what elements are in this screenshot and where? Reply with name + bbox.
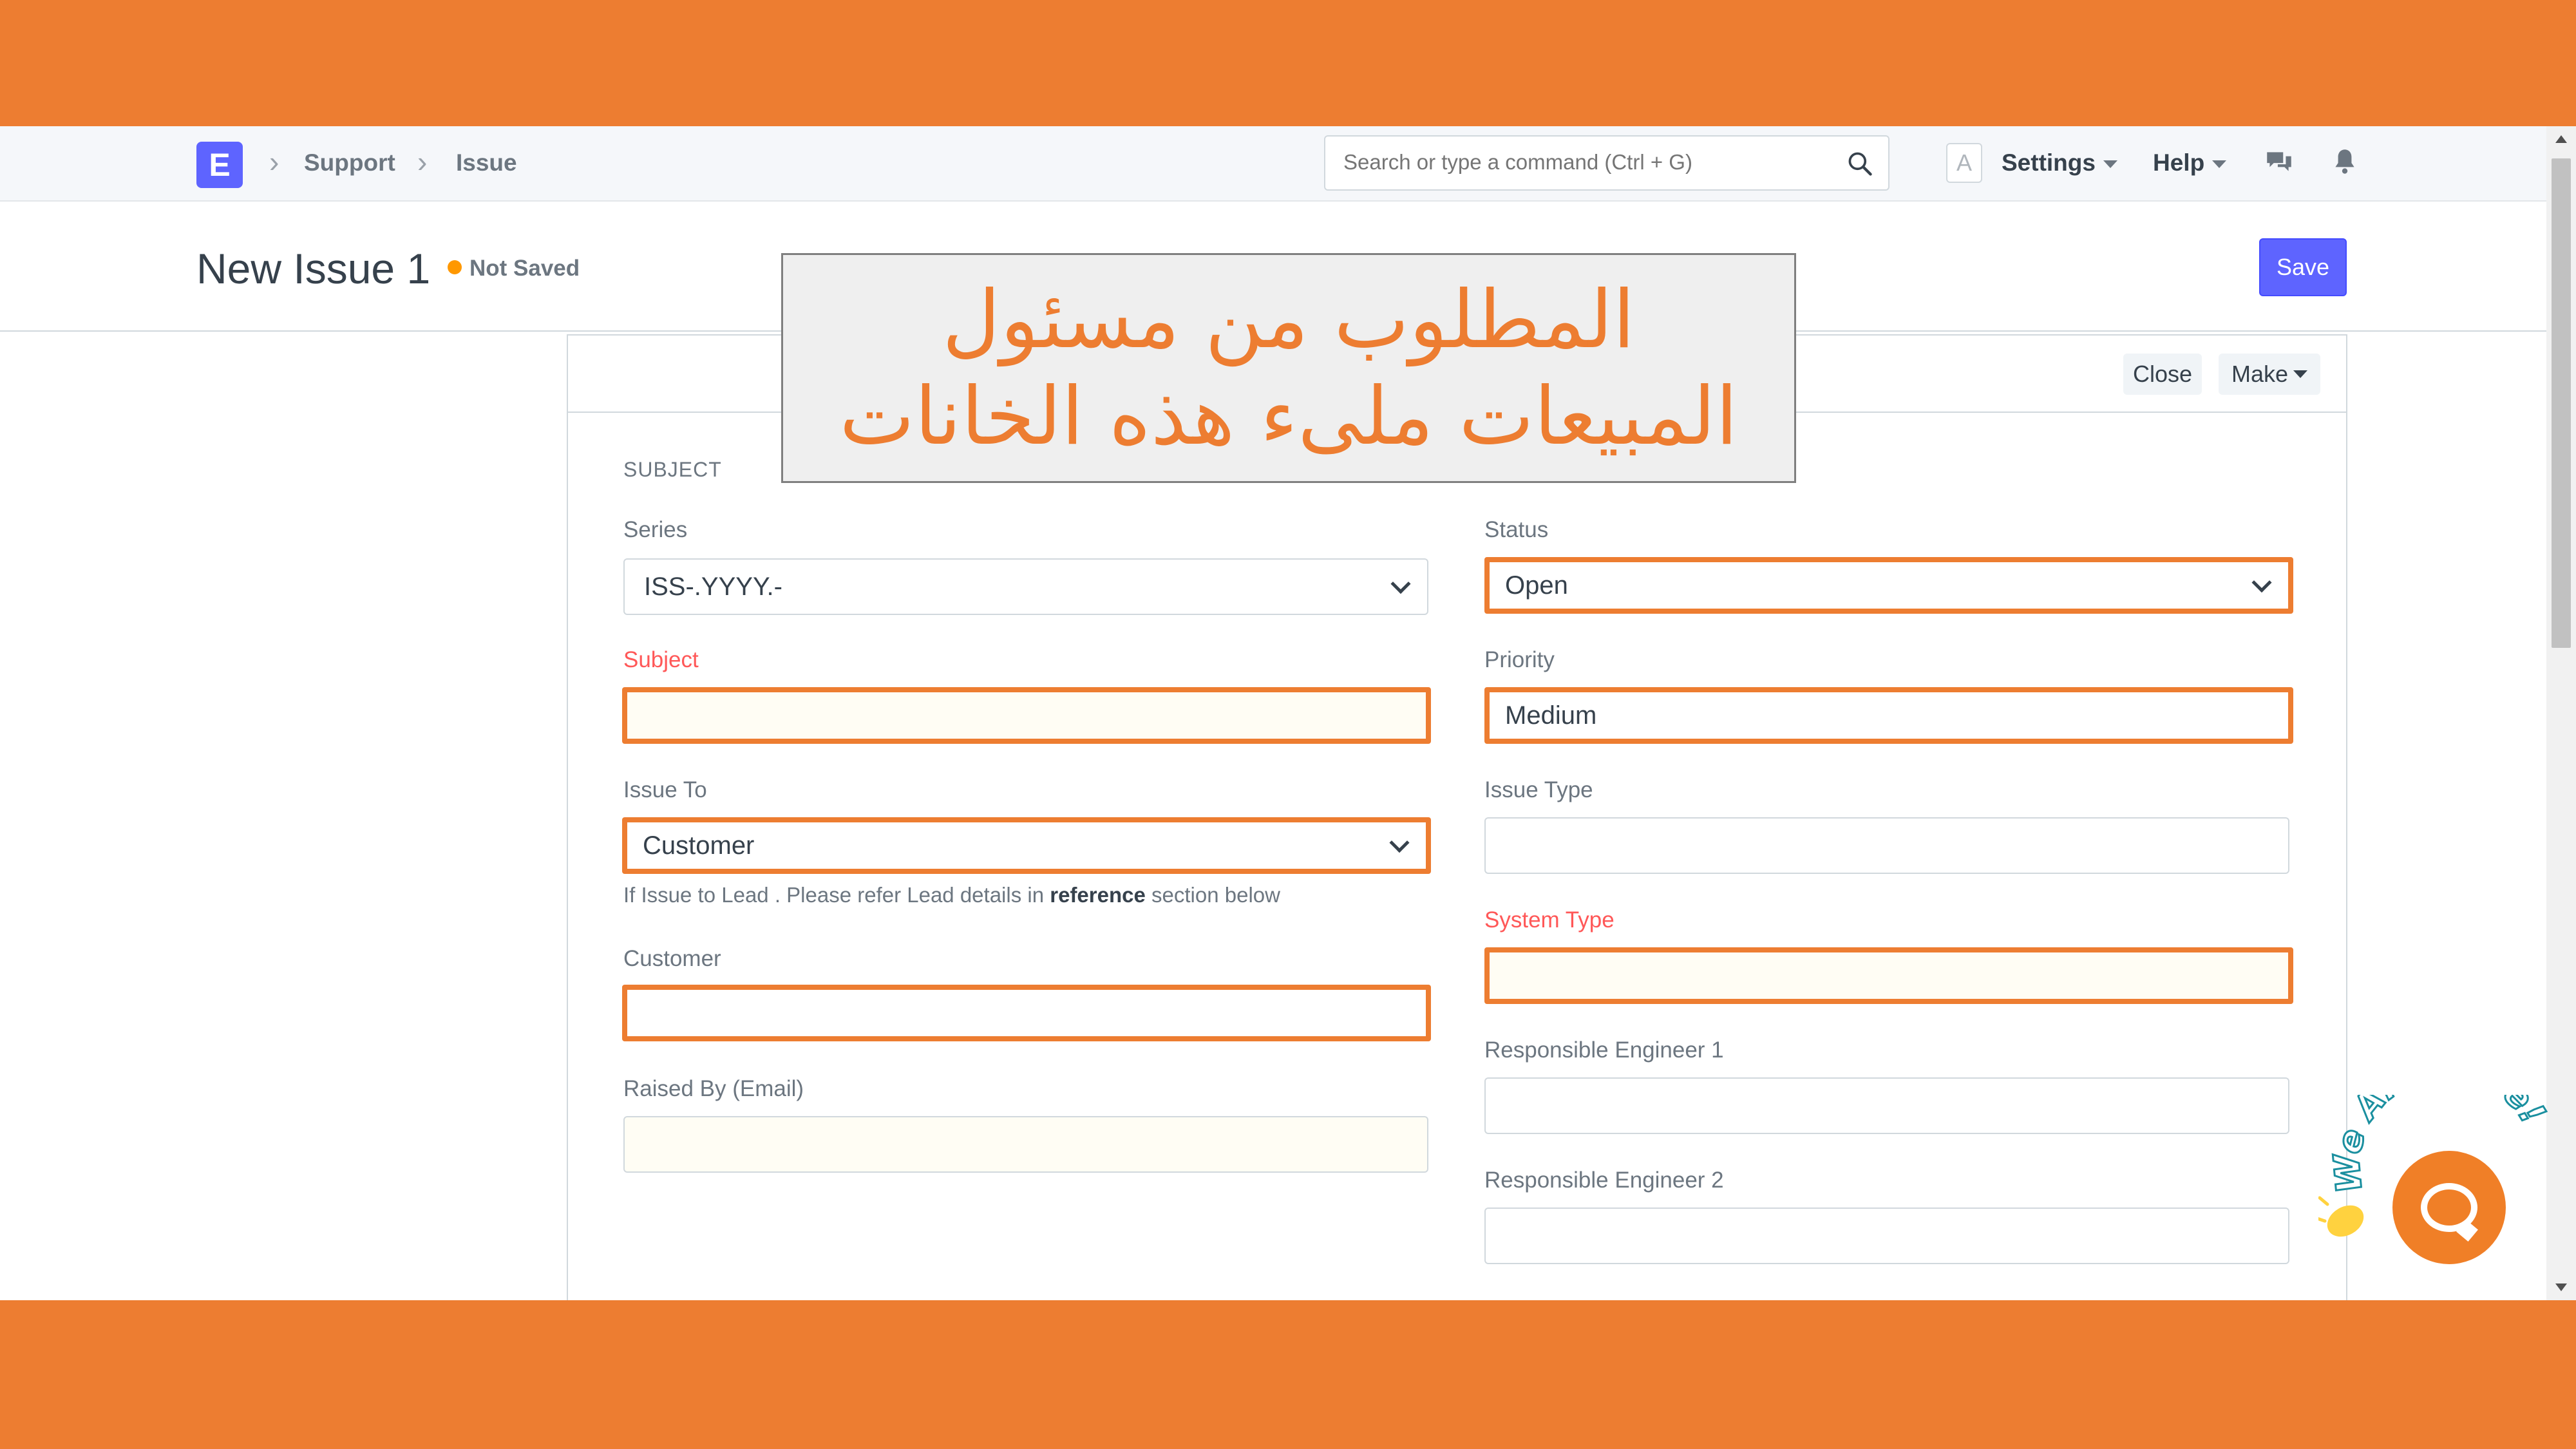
navbar: E › Support › Issue A Settings Help	[0, 126, 2546, 202]
engineer1-label: Responsible Engineer 1	[1484, 1037, 1724, 1063]
chat-tail-shape	[2456, 1220, 2478, 1242]
scrollbar-thumb[interactable]	[2552, 158, 2571, 648]
system-type-input[interactable]	[1484, 947, 2293, 1004]
chat-bubble-icon	[2421, 1183, 2478, 1242]
series-label: Series	[623, 517, 688, 542]
engineer2-input[interactable]	[1484, 1208, 2289, 1264]
help-text-suffix: section below	[1145, 883, 1280, 907]
scroll-up-icon[interactable]	[2555, 135, 2567, 143]
priority-value: Medium	[1505, 701, 1597, 730]
status-text: Not Saved	[469, 256, 580, 281]
series-value: ISS-.YYYY.-	[644, 572, 782, 601]
scroll-down-icon[interactable]	[2555, 1283, 2567, 1291]
settings-label: Settings	[2002, 149, 2096, 176]
system-type-label: System Type	[1484, 907, 1615, 933]
issue-type-label: Issue Type	[1484, 777, 1593, 802]
callout-line-2: المبيعات ملىء هذه الخانات	[839, 370, 1738, 463]
settings-menu[interactable]: Settings	[2002, 149, 2117, 176]
user-avatar[interactable]: A	[1946, 143, 1982, 183]
close-button[interactable]: Close	[2123, 354, 2202, 395]
subject-label: Subject	[623, 647, 699, 672]
search-input[interactable]	[1325, 137, 1828, 188]
issue-to-value: Customer	[643, 831, 755, 860]
status-select[interactable]: Open	[1484, 557, 2293, 614]
raised-by-label: Raised By (Email)	[623, 1076, 804, 1101]
help-menu[interactable]: Help	[2153, 149, 2227, 176]
section-heading: SUBJECT	[623, 458, 722, 481]
raised-by-input[interactable]	[623, 1116, 1428, 1173]
breadcrumb-issue[interactable]: Issue	[456, 149, 517, 176]
series-select[interactable]: ISS-.YYYY.-	[623, 558, 1428, 615]
caret-down-icon	[2103, 160, 2117, 169]
caret-down-icon	[2293, 370, 2308, 378]
engineer1-input[interactable]	[1484, 1077, 2289, 1134]
page-title: New Issue 1	[196, 245, 431, 292]
help-text-bold: reference	[1050, 883, 1146, 907]
breadcrumb-support[interactable]: Support	[304, 149, 395, 176]
chevron-right-icon: ›	[269, 145, 279, 178]
issue-to-help: If Issue to Lead . Please refer Lead det…	[623, 883, 1280, 907]
issue-to-label: Issue To	[623, 777, 707, 802]
help-label: Help	[2153, 149, 2205, 176]
chevron-down-icon	[1389, 833, 1410, 853]
engineer2-label: Responsible Engineer 2	[1484, 1168, 1724, 1193]
instruction-callout: المطلوب من مسئول المبيعات ملىء هذه الخانا…	[781, 253, 1796, 483]
chat-icon[interactable]	[2263, 146, 2295, 178]
status-label: Status	[1484, 517, 1549, 542]
make-label: Make	[2231, 361, 2289, 387]
search-box	[1324, 135, 1889, 191]
bell-icon[interactable]	[2329, 146, 2361, 178]
status-value: Open	[1505, 571, 1568, 600]
priority-label: Priority	[1484, 647, 1555, 672]
status-indicator: Not Saved	[448, 256, 580, 281]
subject-input[interactable]	[622, 687, 1431, 744]
chevron-down-icon	[1390, 574, 1411, 594]
save-button[interactable]: Save	[2259, 238, 2347, 296]
app-logo[interactable]: E	[196, 142, 243, 188]
status-dot	[448, 260, 462, 274]
callout-text: المطلوب من مسئول المبيعات ملىء هذه الخانا…	[799, 272, 1778, 465]
waving-hand-icon	[2318, 1196, 2364, 1237]
chevron-right-icon: ›	[417, 145, 428, 178]
search-icon[interactable]	[1846, 149, 1874, 178]
page-scrollbar[interactable]	[2546, 126, 2576, 1300]
callout-line-1: المطلوب من مسئول	[942, 273, 1635, 366]
caret-down-icon	[2212, 160, 2227, 169]
chevron-down-icon	[2251, 573, 2272, 593]
issue-type-input[interactable]	[1484, 817, 2289, 874]
customer-label: Customer	[623, 946, 721, 971]
make-button[interactable]: Make	[2219, 354, 2320, 395]
help-text-prefix: If Issue to Lead . Please refer Lead det…	[623, 883, 1050, 907]
customer-input[interactable]	[622, 985, 1431, 1041]
chat-launcher-button[interactable]	[2392, 1151, 2506, 1264]
issue-to-select[interactable]: Customer	[622, 817, 1431, 874]
priority-input[interactable]: Medium	[1484, 687, 2293, 744]
